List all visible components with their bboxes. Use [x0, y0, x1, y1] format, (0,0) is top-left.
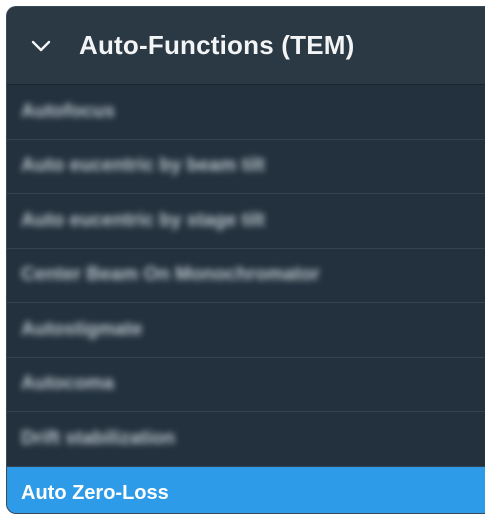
list-item-label: Autocoma	[21, 373, 114, 395]
list-item-auto-eucentric-beam-tilt[interactable]: Auto eucentric by beam tilt	[7, 140, 485, 194]
list-item-label: Center Beam On Monochromator	[21, 264, 320, 286]
list-item-label: Autostigmate	[21, 318, 143, 340]
function-list: Autofocus Auto eucentric by beam tilt Au…	[7, 85, 485, 513]
list-item-auto-eucentric-stage-tilt[interactable]: Auto eucentric by stage tilt	[7, 194, 485, 249]
list-item-drift-stabilization[interactable]: Drift stabilization	[7, 412, 485, 467]
panel-title: Auto-Functions (TEM)	[79, 30, 355, 60]
list-item-label: Drift stabilization	[21, 427, 176, 449]
list-item-autostigmate[interactable]: Autostigmate	[7, 303, 485, 358]
panel-header[interactable]: Auto-Functions (TEM)	[7, 7, 485, 85]
chevron-down-icon[interactable]	[31, 39, 51, 53]
list-item-autofocus[interactable]: Autofocus	[7, 85, 485, 140]
list-item-label: Autofocus	[21, 100, 115, 122]
auto-functions-panel: Auto-Functions (TEM) Autofocus Auto euce…	[6, 6, 485, 514]
list-item-center-beam-monochromator[interactable]: Center Beam On Monochromator	[7, 249, 485, 303]
list-item-autocoma[interactable]: Autocoma	[7, 358, 485, 412]
list-item-auto-zero-loss[interactable]: Auto Zero-Loss	[7, 466, 485, 513]
list-item-label: Auto eucentric by stage tilt	[21, 209, 265, 231]
list-item-label: Auto Zero-Loss	[21, 482, 169, 505]
list-item-label: Auto eucentric by beam tilt	[21, 155, 265, 177]
